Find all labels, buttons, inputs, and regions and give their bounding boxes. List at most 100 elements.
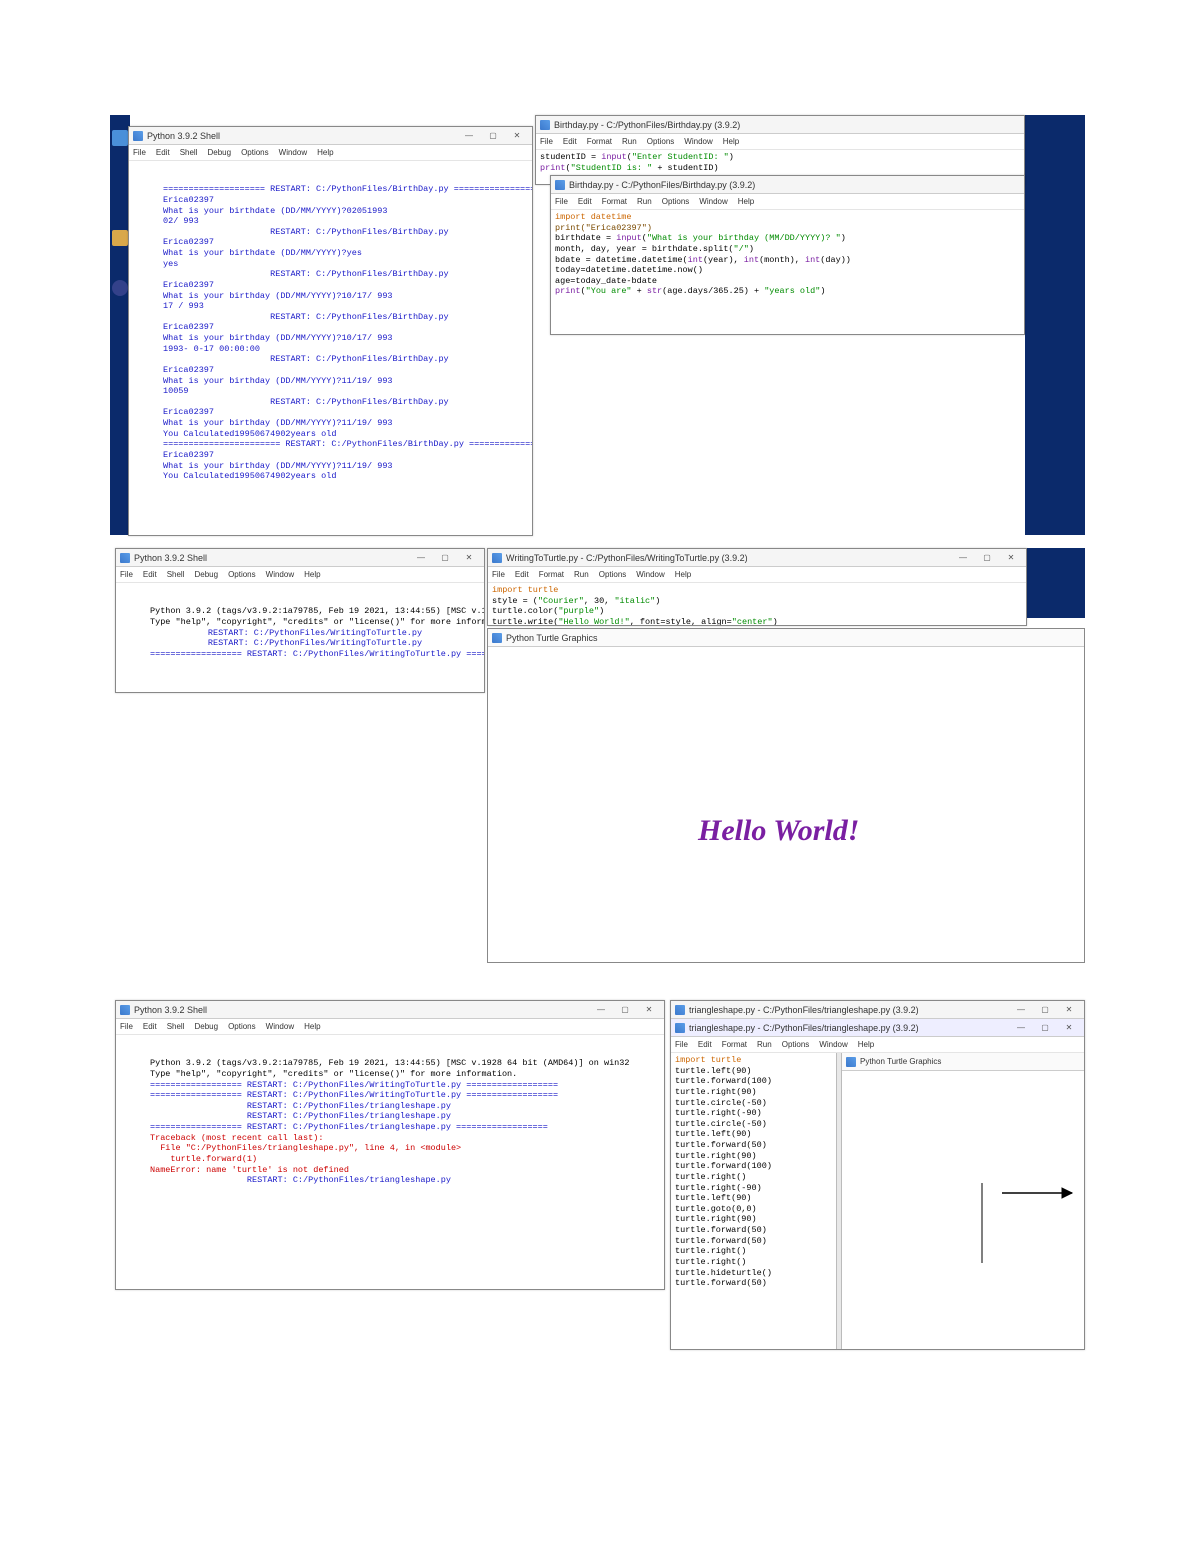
menu-edit[interactable]: Edit [156, 148, 170, 157]
minimize-button[interactable]: — [590, 1003, 612, 1017]
menu-file[interactable]: File [133, 148, 146, 157]
menu-format[interactable]: Format [587, 137, 612, 146]
menu-run[interactable]: Run [622, 137, 637, 146]
maximize-button[interactable]: ▢ [1034, 1003, 1056, 1017]
shell-window-3[interactable]: Python 3.9.2 Shell — ▢ ✕ File Edit Shell… [115, 1000, 665, 1290]
menu-window[interactable]: Window [279, 148, 307, 157]
menu-run[interactable]: Run [637, 197, 652, 206]
shell-output[interactable]: Python 3.9.2 (tags/v3.9.2:1a79785, Feb 1… [116, 583, 484, 683]
desktop-shortcut-icon[interactable] [112, 230, 128, 246]
menu-options[interactable]: Options [662, 197, 690, 206]
menu-window[interactable]: Window [266, 1022, 294, 1031]
editor-window-birthday[interactable]: Birthday.py - C:/PythonFiles/Birthday.py… [550, 175, 1025, 335]
menu-file[interactable]: File [120, 1022, 133, 1031]
maximize-button[interactable]: ▢ [976, 551, 998, 565]
close-button[interactable]: ✕ [638, 1003, 660, 1017]
minimize-button[interactable]: — [952, 551, 974, 565]
maximize-button[interactable]: ▢ [482, 129, 504, 143]
close-button[interactable]: ✕ [458, 551, 480, 565]
menu-edit[interactable]: Edit [563, 137, 577, 146]
menu-options[interactable]: Options [647, 137, 675, 146]
menubar[interactable]: File Edit Shell Debug Options Window Hel… [116, 567, 484, 583]
menu-format[interactable]: Format [602, 197, 627, 206]
editor-window-triangleshape[interactable]: triangleshape.py - C:/PythonFiles/triang… [670, 1000, 1085, 1350]
menu-help[interactable]: Help [723, 137, 739, 146]
close-button[interactable]: ✕ [1058, 1003, 1080, 1017]
menu-debug[interactable]: Debug [194, 1022, 218, 1031]
titlebar[interactable]: Birthday.py - C:/PythonFiles/Birthday.py… [551, 176, 1024, 194]
minimize-button[interactable]: — [410, 551, 432, 565]
menu-options[interactable]: Options [241, 148, 269, 157]
menu-options[interactable]: Options [228, 570, 256, 579]
titlebar[interactable]: Python 3.9.2 Shell — ▢ ✕ [129, 127, 532, 145]
menu-shell[interactable]: Shell [167, 570, 185, 579]
menu-debug[interactable]: Debug [194, 570, 218, 579]
menu-format[interactable]: Format [722, 1040, 747, 1049]
titlebar[interactable]: triangleshape.py - C:/PythonFiles/triang… [671, 1001, 1084, 1019]
titlebar[interactable]: Python 3.9.2 Shell — ▢ ✕ [116, 1001, 664, 1019]
shell-window-1[interactable]: Python 3.9.2 Shell — ▢ ✕ File Edit Shell… [128, 126, 533, 536]
code-body[interactable]: import turtleturtle.left(90)turtle.forwa… [671, 1053, 836, 1349]
chrome-icon[interactable] [112, 280, 128, 296]
menubar[interactable]: File Edit Format Run Options Window Help [536, 134, 1024, 150]
menu-window[interactable]: Window [819, 1040, 847, 1049]
menubar[interactable]: File Edit Format Run Options Window Help [551, 194, 1024, 210]
menu-format[interactable]: Format [539, 570, 564, 579]
menu-window[interactable]: Window [684, 137, 712, 146]
menu-help[interactable]: Help [675, 570, 691, 579]
menu-edit[interactable]: Edit [143, 570, 157, 579]
maximize-button[interactable]: ▢ [434, 551, 456, 565]
menu-help[interactable]: Help [858, 1040, 874, 1049]
menubar[interactable]: File Edit Shell Debug Options Window Hel… [129, 145, 532, 161]
code-body[interactable]: import datetimeprint("Erica02397")birthd… [551, 210, 1024, 299]
menu-debug[interactable]: Debug [207, 148, 231, 157]
close-button[interactable]: ✕ [506, 129, 528, 143]
shell-window-2[interactable]: Python 3.9.2 Shell — ▢ ✕ File Edit Shell… [115, 548, 485, 693]
menu-edit[interactable]: Edit [698, 1040, 712, 1049]
shell-output[interactable]: ==================== RESTART: C:/PythonF… [129, 161, 532, 505]
menu-window[interactable]: Window [699, 197, 727, 206]
titlebar[interactable]: WritingToTurtle.py - C:/PythonFiles/Writ… [488, 549, 1026, 567]
menu-help[interactable]: Help [304, 1022, 320, 1031]
menu-run[interactable]: Run [574, 570, 589, 579]
menu-window[interactable]: Window [636, 570, 664, 579]
menu-file[interactable]: File [675, 1040, 688, 1049]
menu-options[interactable]: Options [782, 1040, 810, 1049]
menu-help[interactable]: Help [317, 148, 333, 157]
code-body[interactable]: studentID = input("Enter StudentID: ")pr… [536, 150, 1024, 175]
menubar[interactable]: File Edit Format Run Options Window Help [671, 1037, 1084, 1053]
menu-options[interactable]: Options [599, 570, 627, 579]
menu-file[interactable]: File [555, 197, 568, 206]
titlebar[interactable]: Birthday.py - C:/PythonFiles/Birthday.py… [536, 116, 1024, 134]
menubar[interactable]: File Edit Shell Debug Options Window Hel… [116, 1019, 664, 1035]
titlebar[interactable]: Python 3.9.2 Shell — ▢ ✕ [116, 549, 484, 567]
editor-window-writingtoturtle[interactable]: WritingToTurtle.py - C:/PythonFiles/Writ… [487, 548, 1027, 626]
code-body[interactable]: import turtlestyle = ("Courier", 30, "it… [488, 583, 1026, 626]
menu-shell[interactable]: Shell [167, 1022, 185, 1031]
menu-file[interactable]: File [492, 570, 505, 579]
menu-edit[interactable]: Edit [515, 570, 529, 579]
menu-options[interactable]: Options [228, 1022, 256, 1031]
minimize-button[interactable]: — [458, 129, 480, 143]
menu-help[interactable]: Help [738, 197, 754, 206]
desktop-shortcut-icon[interactable] [112, 130, 128, 146]
menu-run[interactable]: Run [757, 1040, 772, 1049]
menu-file[interactable]: File [540, 137, 553, 146]
menu-window[interactable]: Window [266, 570, 294, 579]
titlebar[interactable]: Python Turtle Graphics [842, 1053, 1084, 1071]
shell-output[interactable]: Python 3.9.2 (tags/v3.9.2:1a79785, Feb 1… [116, 1035, 664, 1209]
menu-shell[interactable]: Shell [180, 148, 198, 157]
menu-help[interactable]: Help [304, 570, 320, 579]
menubar[interactable]: File Edit Format Run Options Window Help [488, 567, 1026, 583]
close-button[interactable]: ✕ [1058, 1021, 1080, 1035]
turtle-graphics-window[interactable]: Python Turtle Graphics Hello World! [487, 628, 1085, 963]
titlebar[interactable]: Python Turtle Graphics [488, 629, 1084, 647]
maximize-button[interactable]: ▢ [1034, 1021, 1056, 1035]
maximize-button[interactable]: ▢ [614, 1003, 636, 1017]
menu-edit[interactable]: Edit [143, 1022, 157, 1031]
menu-edit[interactable]: Edit [578, 197, 592, 206]
minimize-button[interactable]: — [1010, 1003, 1032, 1017]
close-button[interactable]: ✕ [1000, 551, 1022, 565]
menu-file[interactable]: File [120, 570, 133, 579]
minimize-button[interactable]: — [1010, 1021, 1032, 1035]
